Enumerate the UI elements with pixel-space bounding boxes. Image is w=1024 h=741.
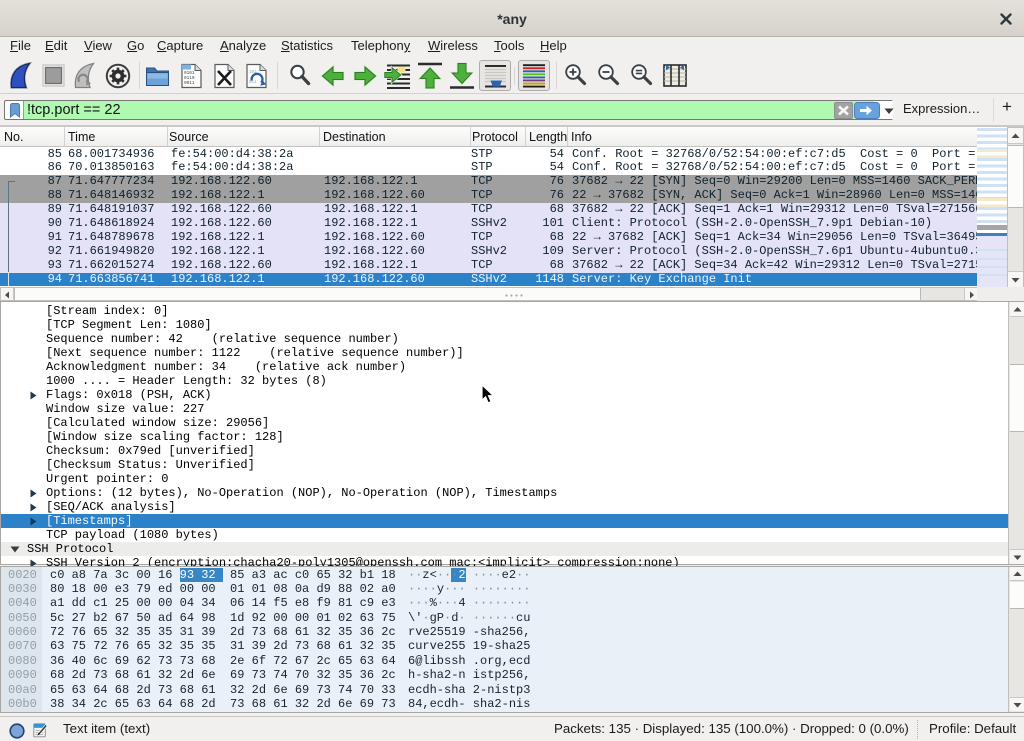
svg-text:011: 011 (249, 81, 257, 85)
svg-text:0011: 0011 (184, 81, 195, 86)
